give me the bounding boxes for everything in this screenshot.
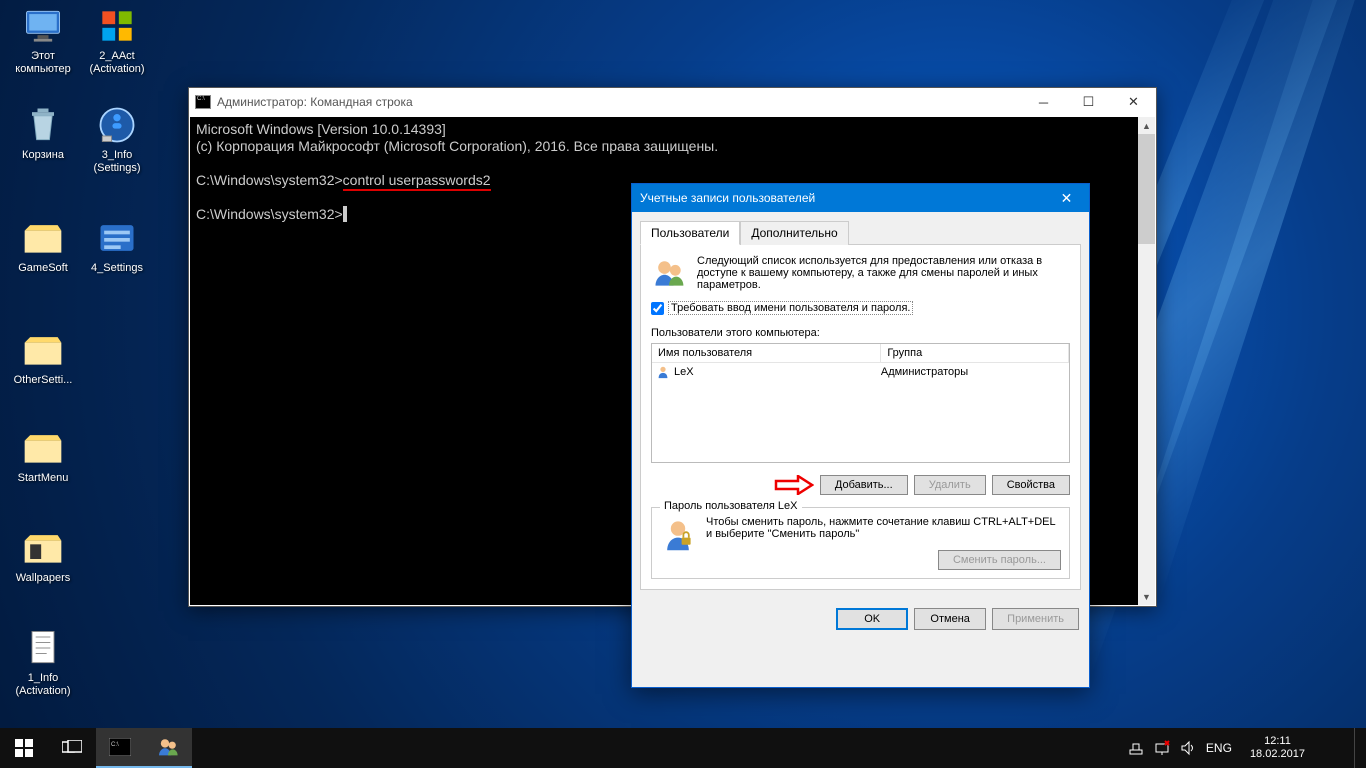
desktop-icon-gamesoft[interactable]: GameSoft [6,218,80,275]
require-password-label[interactable]: Требовать ввод имени пользователя и паро… [668,301,913,315]
desktop-icon-this-pc[interactable]: Этот компьютер [6,6,80,76]
desktop-icon-label: 4_Settings [80,262,154,275]
password-icon [660,516,696,552]
scroll-down-button[interactable]: ▼ [1138,588,1155,605]
start-button[interactable] [0,728,48,768]
user-group-cell: Администраторы [881,366,968,378]
change-password-button[interactable]: Сменить пароль... [938,550,1061,570]
password-fieldset: Пароль пользователя LeX Чтобы сменить па… [651,507,1070,579]
user-accounts-dialog[interactable]: Учетные записи пользователей ✕ Пользоват… [631,183,1090,688]
maximize-button[interactable]: ☐ [1066,88,1111,116]
desktop-icon-label: 2_AAct (Activation) [80,50,154,76]
cmd-scrollbar[interactable]: ▲ ▼ [1138,117,1155,605]
tab-users[interactable]: Пользователи [640,221,740,245]
desktop-icon-label: OtherSetti... [6,374,80,387]
desktop-icon-othersettings[interactable]: OtherSetti... [6,330,80,387]
system-tray: ENG 12:11 18.02.2017 [1128,728,1366,768]
desktop-icon-wallpapers[interactable]: Wallpapers [6,528,80,585]
users-list-label: Пользователи этого компьютера: [651,327,1070,339]
require-password-checkbox[interactable] [651,302,664,315]
cmd-title-text: Администратор: Командная строка [217,95,413,109]
desktop-icon-1info[interactable]: 1_Info (Activation) [6,628,80,698]
red-arrow-annotation [774,475,814,495]
close-button[interactable]: ✕ [1111,88,1156,116]
svg-text:C:\: C:\ [111,742,119,748]
desktop-icon-startmenu[interactable]: StartMenu [6,428,80,485]
desktop-icon-recycle-bin[interactable]: Корзина [6,105,80,162]
dialog-tabs: Пользователи Дополнительно [640,220,1081,245]
minimize-button[interactable]: ─ [1021,88,1066,116]
tray-clock[interactable]: 12:11 18.02.2017 [1242,735,1313,761]
tray-volume-icon[interactable] [1180,740,1196,756]
tray-network-icon[interactable] [1154,740,1170,756]
taskbar-user-accounts[interactable] [144,728,192,768]
tab-advanced[interactable]: Дополнительно [740,221,848,245]
desktop-icon-label: Этот компьютер [6,50,80,76]
cmd-titlebar[interactable]: Администратор: Командная строка ─ ☐ ✕ [189,88,1156,116]
dialog-close-button[interactable]: ✕ [1044,184,1089,212]
tray-usb-icon[interactable] [1128,740,1144,756]
scroll-up-button[interactable]: ▲ [1138,117,1155,134]
desktop-icon-info-settings[interactable]: 3_Info (Settings) [80,105,154,175]
tab-content-users: Следующий список используется для предос… [640,245,1081,590]
password-instructions: Чтобы сменить пароль, нажмите сочетание … [706,516,1061,540]
cmd-output-line: Microsoft Windows [Version 10.0.14393] [196,121,1149,138]
cancel-button[interactable]: Отмена [914,608,986,630]
tray-time: 12:11 [1250,735,1305,748]
desktop-icon-label: GameSoft [6,262,80,275]
desktop-icon-aact[interactable]: 2_AAct (Activation) [80,6,154,76]
cmd-output-line: (c) Корпорация Майкрософт (Microsoft Cor… [196,138,1149,155]
tray-language[interactable]: ENG [1206,741,1232,755]
cmd-icon [195,95,211,109]
users-list[interactable]: Имя пользователя Группа LeX Администрато… [651,343,1070,463]
column-header-user[interactable]: Имя пользователя [652,344,881,363]
show-desktop-button[interactable] [1354,728,1360,768]
scroll-thumb[interactable] [1138,134,1155,244]
desktop-icon-4settings[interactable]: 4_Settings [80,218,154,275]
desktop-icon-label: Корзина [6,149,80,162]
taskbar[interactable]: C:\ ENG 12:11 18.02.2017 [0,728,1366,768]
apply-button[interactable]: Применить [992,608,1079,630]
task-view-button[interactable] [48,728,96,768]
desktop-icon-label: 1_Info (Activation) [6,672,80,698]
desktop-icon-label: StartMenu [6,472,80,485]
password-fieldset-legend: Пароль пользователя LeX [660,500,802,512]
dialog-title-text: Учетные записи пользователей [640,191,815,205]
taskbar-cmd[interactable]: C:\ [96,728,144,768]
user-name-cell: LeX [674,366,694,378]
ok-button[interactable]: OK [836,608,908,630]
user-list-row[interactable]: LeX Администраторы [652,363,1069,381]
remove-user-button[interactable]: Удалить [914,475,986,495]
desktop-icon-label: 3_Info (Settings) [80,149,154,175]
dialog-titlebar[interactable]: Учетные записи пользователей ✕ [632,184,1089,212]
column-header-group[interactable]: Группа [881,344,1069,363]
user-row-icon [656,365,670,379]
intro-text: Следующий список используется для предос… [697,255,1070,291]
tray-date: 18.02.2017 [1250,748,1305,761]
user-properties-button[interactable]: Свойства [992,475,1070,495]
action-center-button[interactable] [1323,728,1344,768]
desktop-icon-label: Wallpapers [6,572,80,585]
add-user-button[interactable]: Добавить... [820,475,908,495]
users-intro-icon [651,255,687,291]
dialog-footer: OK Отмена Применить [632,598,1089,640]
